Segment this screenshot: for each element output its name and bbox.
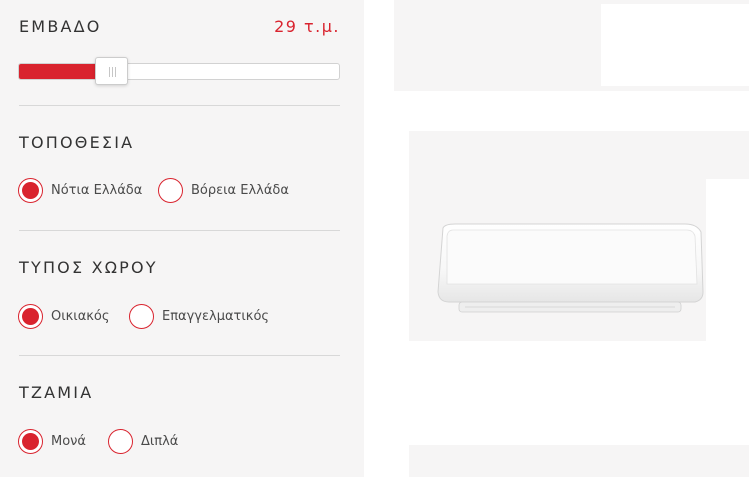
radio-label: Βόρεια Ελλάδα [191, 183, 289, 198]
radio-dot [22, 433, 39, 450]
filter-panel: ΕΜΒΑΔΟ 29 τ.μ. ΤΟΠΟΘΕΣΙΑ Νότια Ελλάδα Βό… [0, 0, 364, 477]
radio-circle[interactable] [18, 178, 43, 203]
image-placeholder [409, 341, 736, 445]
area-slider-track[interactable] [18, 63, 340, 80]
radio-label: Επαγγελματικός [162, 309, 270, 324]
location-title: ΤΟΠΟΘΕΣΙΑ [19, 133, 135, 152]
radio-label: Διπλά [141, 434, 179, 449]
glazing-title: ΤΖΑΜΙΑ [19, 383, 94, 402]
grip-line [115, 67, 116, 77]
radio-circle[interactable] [18, 304, 43, 329]
radio-circle[interactable] [129, 304, 154, 329]
product-card-placeholder [409, 445, 749, 477]
radio-label: Μονά [51, 434, 87, 449]
divider [19, 105, 340, 106]
image-placeholder [601, 4, 749, 86]
radio-label: Οικιακός [51, 309, 110, 324]
grip-line [112, 67, 113, 77]
radio-circle[interactable] [158, 178, 183, 203]
radio-single-glazing[interactable]: Μονά [18, 429, 86, 454]
radio-label: Νότια Ελλάδα [51, 183, 143, 198]
radio-dot [22, 182, 39, 199]
area-value: 29 τ.μ. [274, 17, 340, 36]
radio-double-glazing[interactable]: Διπλά [108, 429, 178, 454]
grip-line [109, 67, 110, 77]
space-type-title: ΤΥΠΟΣ ΧΩΡΟΥ [19, 258, 158, 277]
air-conditioner-icon [437, 223, 704, 313]
divider [19, 230, 340, 231]
radio-north-greece[interactable]: Βόρεια Ελλάδα [158, 178, 289, 203]
divider [19, 355, 340, 356]
radio-south-greece[interactable]: Νότια Ελλάδα [18, 178, 142, 203]
image-placeholder [706, 179, 749, 341]
area-title: ΕΜΒΑΔΟ [19, 17, 102, 36]
radio-professional[interactable]: Επαγγελματικός [129, 304, 269, 329]
radio-dot [22, 308, 39, 325]
radio-circle[interactable] [18, 429, 43, 454]
radio-residential[interactable]: Οικιακός [18, 304, 110, 329]
air-conditioner-image [435, 222, 705, 316]
area-slider-handle[interactable] [95, 57, 128, 85]
radio-circle[interactable] [108, 429, 133, 454]
